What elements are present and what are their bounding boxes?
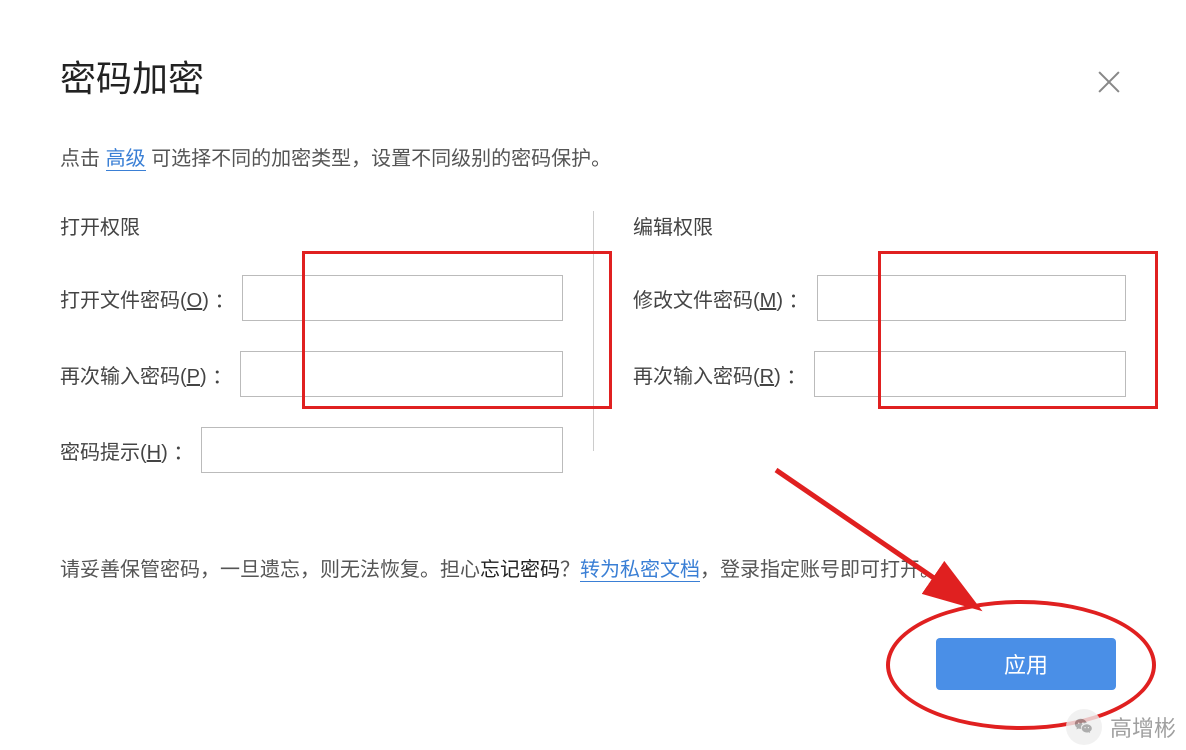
close-button[interactable] [1097, 70, 1121, 94]
open-password-label: 打开文件密码(O) ： [60, 284, 234, 313]
description-prefix: 点击 [60, 148, 106, 170]
advanced-link[interactable]: 高级 [106, 148, 146, 171]
open-password-row: 打开文件密码(O) ： [60, 275, 563, 321]
open-permission-title: 打开权限 [60, 211, 563, 240]
password-hint-row: 密码提示(H) ： [60, 427, 563, 473]
edit-permission-title: 编辑权限 [633, 211, 1126, 240]
watermark-text: 高增彬 [1110, 711, 1176, 743]
open-password-input[interactable] [242, 275, 563, 321]
apply-button[interactable]: 应用 [936, 638, 1116, 690]
repeat-modify-password-label: 再次输入密码(R) ： [633, 360, 806, 389]
modify-password-label: 修改文件密码(M) ： [633, 284, 809, 313]
repeat-modify-password-row: 再次输入密码(R) ： [633, 351, 1126, 397]
footer-text: 请妥善保管密码，一旦遗忘，则无法恢复。担心忘记密码？转为私密文档，登录指定账号即… [60, 553, 1126, 582]
edit-permission-column: 编辑权限 修改文件密码(M) ： 再次输入密码(R) ： [593, 211, 1126, 503]
open-permission-column: 打开权限 打开文件密码(O) ： 再次输入密码(P) ： 密码提示(H) ： [60, 211, 593, 503]
repeat-open-password-row: 再次输入密码(P) ： [60, 351, 563, 397]
password-encryption-dialog: 密码加密 点击 高级 可选择不同的加密类型，设置不同级别的密码保护。 打开权限 … [0, 0, 1186, 612]
modify-password-row: 修改文件密码(M) ： [633, 275, 1126, 321]
permissions-columns: 打开权限 打开文件密码(O) ： 再次输入密码(P) ： 密码提示(H) ： [60, 211, 1126, 503]
repeat-open-password-label: 再次输入密码(P) ： [60, 360, 232, 389]
watermark: 高增彬 [1066, 709, 1176, 745]
dialog-title: 密码加密 [60, 50, 1126, 102]
description-suffix: 可选择不同的加密类型，设置不同级别的密码保护。 [146, 148, 612, 170]
password-hint-label: 密码提示(H) ： [60, 436, 193, 465]
wechat-icon [1066, 709, 1102, 745]
repeat-modify-password-input[interactable] [814, 351, 1126, 397]
password-hint-input[interactable] [201, 427, 563, 473]
repeat-open-password-input[interactable] [240, 351, 563, 397]
dialog-description: 点击 高级 可选择不同的加密类型，设置不同级别的密码保护。 [60, 142, 1126, 171]
convert-private-link[interactable]: 转为私密文档 [580, 559, 700, 582]
modify-password-input[interactable] [817, 275, 1126, 321]
